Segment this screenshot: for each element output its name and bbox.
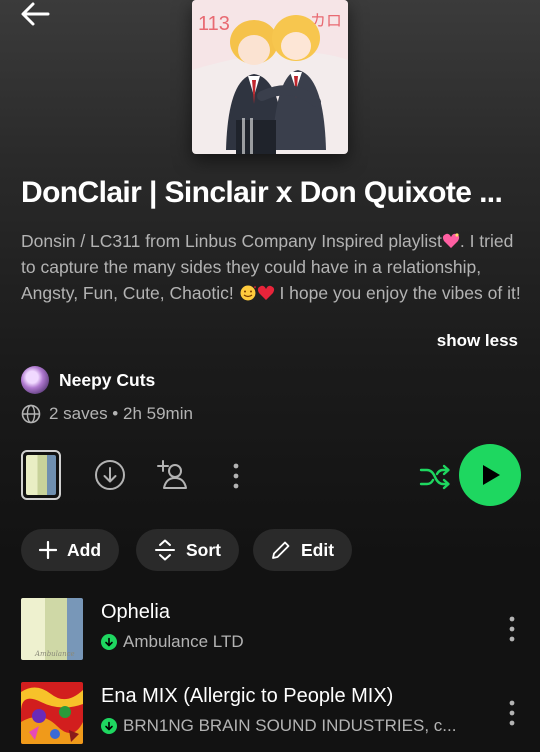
more-vertical-icon (233, 463, 239, 489)
smiling-face-with-hearts-icon (240, 285, 256, 301)
saves-duration: 2 saves • 2h 59min (49, 404, 193, 423)
more-options-button[interactable] (226, 460, 246, 492)
track-title: Ena MIX (Allergic to People MIX) (101, 685, 394, 707)
track-more-button[interactable] (504, 698, 520, 728)
plus-icon (39, 541, 57, 559)
playlist-owner[interactable]: Neepy Cuts (21, 366, 155, 394)
owner-name: Neepy Cuts (59, 369, 156, 390)
album-art: Ambulance (21, 598, 83, 660)
track-artist-label: Ambulance LTD (123, 632, 244, 651)
shuffle-button[interactable] (418, 462, 452, 492)
download-button[interactable] (94, 459, 126, 491)
arrow-left-icon (21, 2, 50, 26)
play-button[interactable] (459, 444, 521, 506)
shuffle-icon (419, 464, 450, 490)
sort-icon (155, 539, 175, 561)
avatar (21, 366, 49, 394)
downloaded-icon (101, 634, 117, 650)
red-heart-icon (257, 285, 274, 300)
cover-text-left: 113 (198, 13, 230, 35)
add-collaborator-button[interactable] (156, 458, 190, 492)
sort-button-label: Sort (186, 539, 221, 560)
back-button[interactable] (18, 0, 52, 30)
track-row[interactable]: Ambulance Ophelia Ambulance LTD (21, 598, 244, 660)
sort-button[interactable]: Sort (136, 529, 239, 571)
playlist-meta: 2 saves • 2h 59min (21, 404, 193, 424)
downloaded-icon (101, 718, 117, 734)
track-artist: BRN1NG BRAIN SOUND INDUSTRIES, c... (101, 716, 456, 736)
album-art-text: Ambulance (34, 650, 75, 658)
add-button[interactable]: Add (21, 529, 120, 571)
playlist-description: Donsin / LC311 from Linbus Company Inspi… (21, 228, 521, 306)
add-button-label: Add (67, 539, 102, 560)
track-more-button[interactable] (504, 614, 520, 644)
track-row[interactable]: Ena MIX (Allergic to People MIX) BRN1NG … (21, 682, 456, 744)
more-vertical-icon (509, 700, 515, 726)
playlist-title: DonClair | Sinclair x Don Quixote ... (21, 176, 503, 209)
play-icon (483, 465, 500, 485)
track-artist-label: BRN1NG BRAIN SOUND INDUSTRIES, c... (123, 716, 457, 735)
description-text-1: Donsin / LC311 from Linbus Company Inspi… (21, 231, 442, 251)
edit-button[interactable]: Edit (253, 529, 353, 571)
globe-icon (21, 404, 41, 424)
pencil-icon (272, 541, 290, 559)
track-title: Ophelia (101, 601, 170, 623)
description-text-3: I hope you enjoy the vibes of it! (274, 283, 521, 303)
album-art (21, 682, 83, 744)
preview-thumbnail-button[interactable] (21, 450, 61, 500)
playlist-cover: 113 カロ (192, 0, 348, 154)
preview-thumbnail (26, 455, 56, 495)
track-artist: Ambulance LTD (101, 632, 244, 652)
download-icon (95, 460, 125, 490)
add-user-icon (157, 460, 187, 489)
more-vertical-icon (509, 616, 515, 642)
edit-button-label: Edit (301, 539, 335, 560)
sparkling-heart-icon (442, 233, 459, 248)
show-less-link[interactable]: show less (437, 331, 518, 351)
